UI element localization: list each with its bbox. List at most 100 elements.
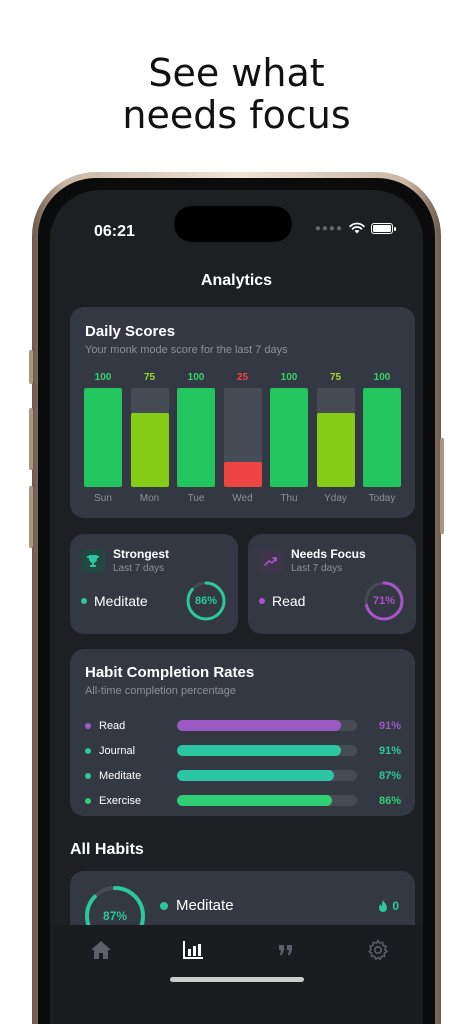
rate-bar-track xyxy=(177,795,357,806)
bezel: 06:21 ●●●● Analytics Daily Scores Your m… xyxy=(38,178,435,1024)
rate-habit-name: Read xyxy=(99,719,126,732)
bar-column: 75 Mon xyxy=(130,372,169,504)
rate-bar-track xyxy=(177,770,357,781)
rate-bar-track xyxy=(177,745,357,756)
completion-rates-subtitle: All-time completion percentage xyxy=(85,685,237,697)
rate-bar xyxy=(177,720,341,731)
rate-bar xyxy=(177,770,334,781)
tab-settings[interactable] xyxy=(363,935,393,965)
bar xyxy=(177,388,215,487)
completion-rates-list: Read 91% Journal 91% Meditate 87% Exerci… xyxy=(85,713,401,813)
strongest-habit-name: Meditate xyxy=(94,593,148,609)
home-indicator[interactable] xyxy=(170,977,304,982)
daily-scores-subtitle: Your monk mode score for the last 7 days xyxy=(85,344,288,356)
bar-track xyxy=(130,388,169,487)
rate-percent: 87% xyxy=(378,769,401,782)
rate-habit-name: Journal xyxy=(99,744,136,757)
bar-day-label: Mon xyxy=(139,493,160,504)
trophy-icon xyxy=(81,548,105,573)
rate-percent: 91% xyxy=(378,719,401,732)
bar-day-label: Wed xyxy=(232,493,253,504)
bar-day-label: Thu xyxy=(280,493,298,504)
bar xyxy=(363,388,401,487)
bar xyxy=(223,462,262,487)
daily-scores-title: Daily Scores xyxy=(85,323,176,340)
screen: 06:21 ●●●● Analytics Daily Scores Your m… xyxy=(50,190,423,1024)
headline-line-1: See what xyxy=(148,51,325,95)
bar-column: 100 Today xyxy=(363,372,401,504)
tab-home[interactable] xyxy=(86,935,116,965)
page-title: Analytics xyxy=(200,272,273,289)
chart-icon xyxy=(183,941,203,959)
strongest-card[interactable]: Strongest Last 7 days Meditate 86% xyxy=(70,534,238,634)
bar-value-label: 100 xyxy=(280,372,298,383)
rate-bar-track xyxy=(177,720,357,731)
bar-column: 25 Wed xyxy=(223,372,262,504)
habit-color-dot xyxy=(81,598,87,604)
bar-value-label: 100 xyxy=(94,372,112,383)
bar-day-label: Tue xyxy=(187,493,205,504)
status-icons: ●●●● xyxy=(314,222,396,234)
home-icon xyxy=(91,941,111,959)
needs-focus-percent: 71% xyxy=(372,595,396,607)
flame-icon xyxy=(379,900,388,912)
rate-bar xyxy=(177,795,332,806)
volume-up-button xyxy=(29,408,33,470)
bar-column: 100 Thu xyxy=(270,372,308,504)
needs-focus-title: Needs Focus xyxy=(291,547,366,561)
bar-day-label: Yday xyxy=(324,493,347,504)
phone-frame: 06:21 ●●●● Analytics Daily Scores Your m… xyxy=(29,172,444,1024)
wifi-icon xyxy=(349,222,365,234)
daily-scores-card: Daily Scores Your monk mode score for th… xyxy=(70,307,415,518)
habit-color-dot xyxy=(85,722,91,729)
rate-row[interactable]: Meditate 87% xyxy=(85,763,401,788)
bar-value-label: 75 xyxy=(143,372,156,383)
bar-day-label: Sun xyxy=(94,493,112,504)
tab-quotes[interactable] xyxy=(271,935,301,965)
bar xyxy=(130,413,169,487)
tab-analytics[interactable] xyxy=(178,935,208,965)
bar-value-label: 75 xyxy=(329,372,342,383)
bar-column: 75 Yday xyxy=(316,372,355,504)
strongest-percent: 86% xyxy=(194,595,218,607)
headline: See what needs focus xyxy=(0,52,473,136)
trend-up-icon xyxy=(259,548,283,573)
bar-track xyxy=(316,388,355,487)
bar-column: 100 Tue xyxy=(177,372,215,504)
bar-track xyxy=(177,388,215,487)
all-habits-heading: All Habits xyxy=(70,841,144,858)
habit-color-dot xyxy=(160,901,168,910)
bar-value-label: 100 xyxy=(373,372,391,383)
bar-value-label: 25 xyxy=(236,372,249,383)
quote-icon xyxy=(279,945,292,955)
dynamic-island xyxy=(174,206,292,242)
bar-column: 100 Sun xyxy=(84,372,122,504)
signal-icon: ●●●● xyxy=(314,222,343,234)
strongest-habit: Meditate xyxy=(81,593,148,609)
rate-percent: 91% xyxy=(378,744,401,757)
needs-focus-subtitle: Last 7 days xyxy=(291,563,343,574)
bar xyxy=(316,413,355,487)
habit-color-dot xyxy=(85,797,91,804)
bar-track xyxy=(270,388,308,487)
habit-color-dot xyxy=(259,598,265,604)
rate-habit-name: Meditate xyxy=(99,769,142,782)
completion-rates-title: Habit Completion Rates xyxy=(85,664,255,681)
needs-focus-habit: Read xyxy=(259,593,305,609)
habit-streak: 0 xyxy=(378,899,399,913)
rate-row[interactable]: Exercise 86% xyxy=(85,788,401,813)
rate-row[interactable]: Read 91% xyxy=(85,713,401,738)
bar-track xyxy=(223,388,262,487)
habit-name: Meditate xyxy=(160,897,234,914)
rate-habit-name: Exercise xyxy=(99,794,142,807)
headline-line-2: needs focus xyxy=(122,93,351,137)
habit-name-label: Meditate xyxy=(176,897,234,914)
status-bar: 06:21 ●●●● xyxy=(50,190,423,244)
action-button xyxy=(29,350,33,384)
strongest-subtitle: Last 7 days xyxy=(113,563,165,574)
rate-row[interactable]: Journal 91% xyxy=(85,738,401,763)
strongest-title: Strongest xyxy=(113,547,170,561)
rate-percent: 86% xyxy=(378,794,401,807)
needs-focus-card[interactable]: Needs Focus Last 7 days Read 71% xyxy=(248,534,416,634)
bar-value-label: 100 xyxy=(187,372,205,383)
